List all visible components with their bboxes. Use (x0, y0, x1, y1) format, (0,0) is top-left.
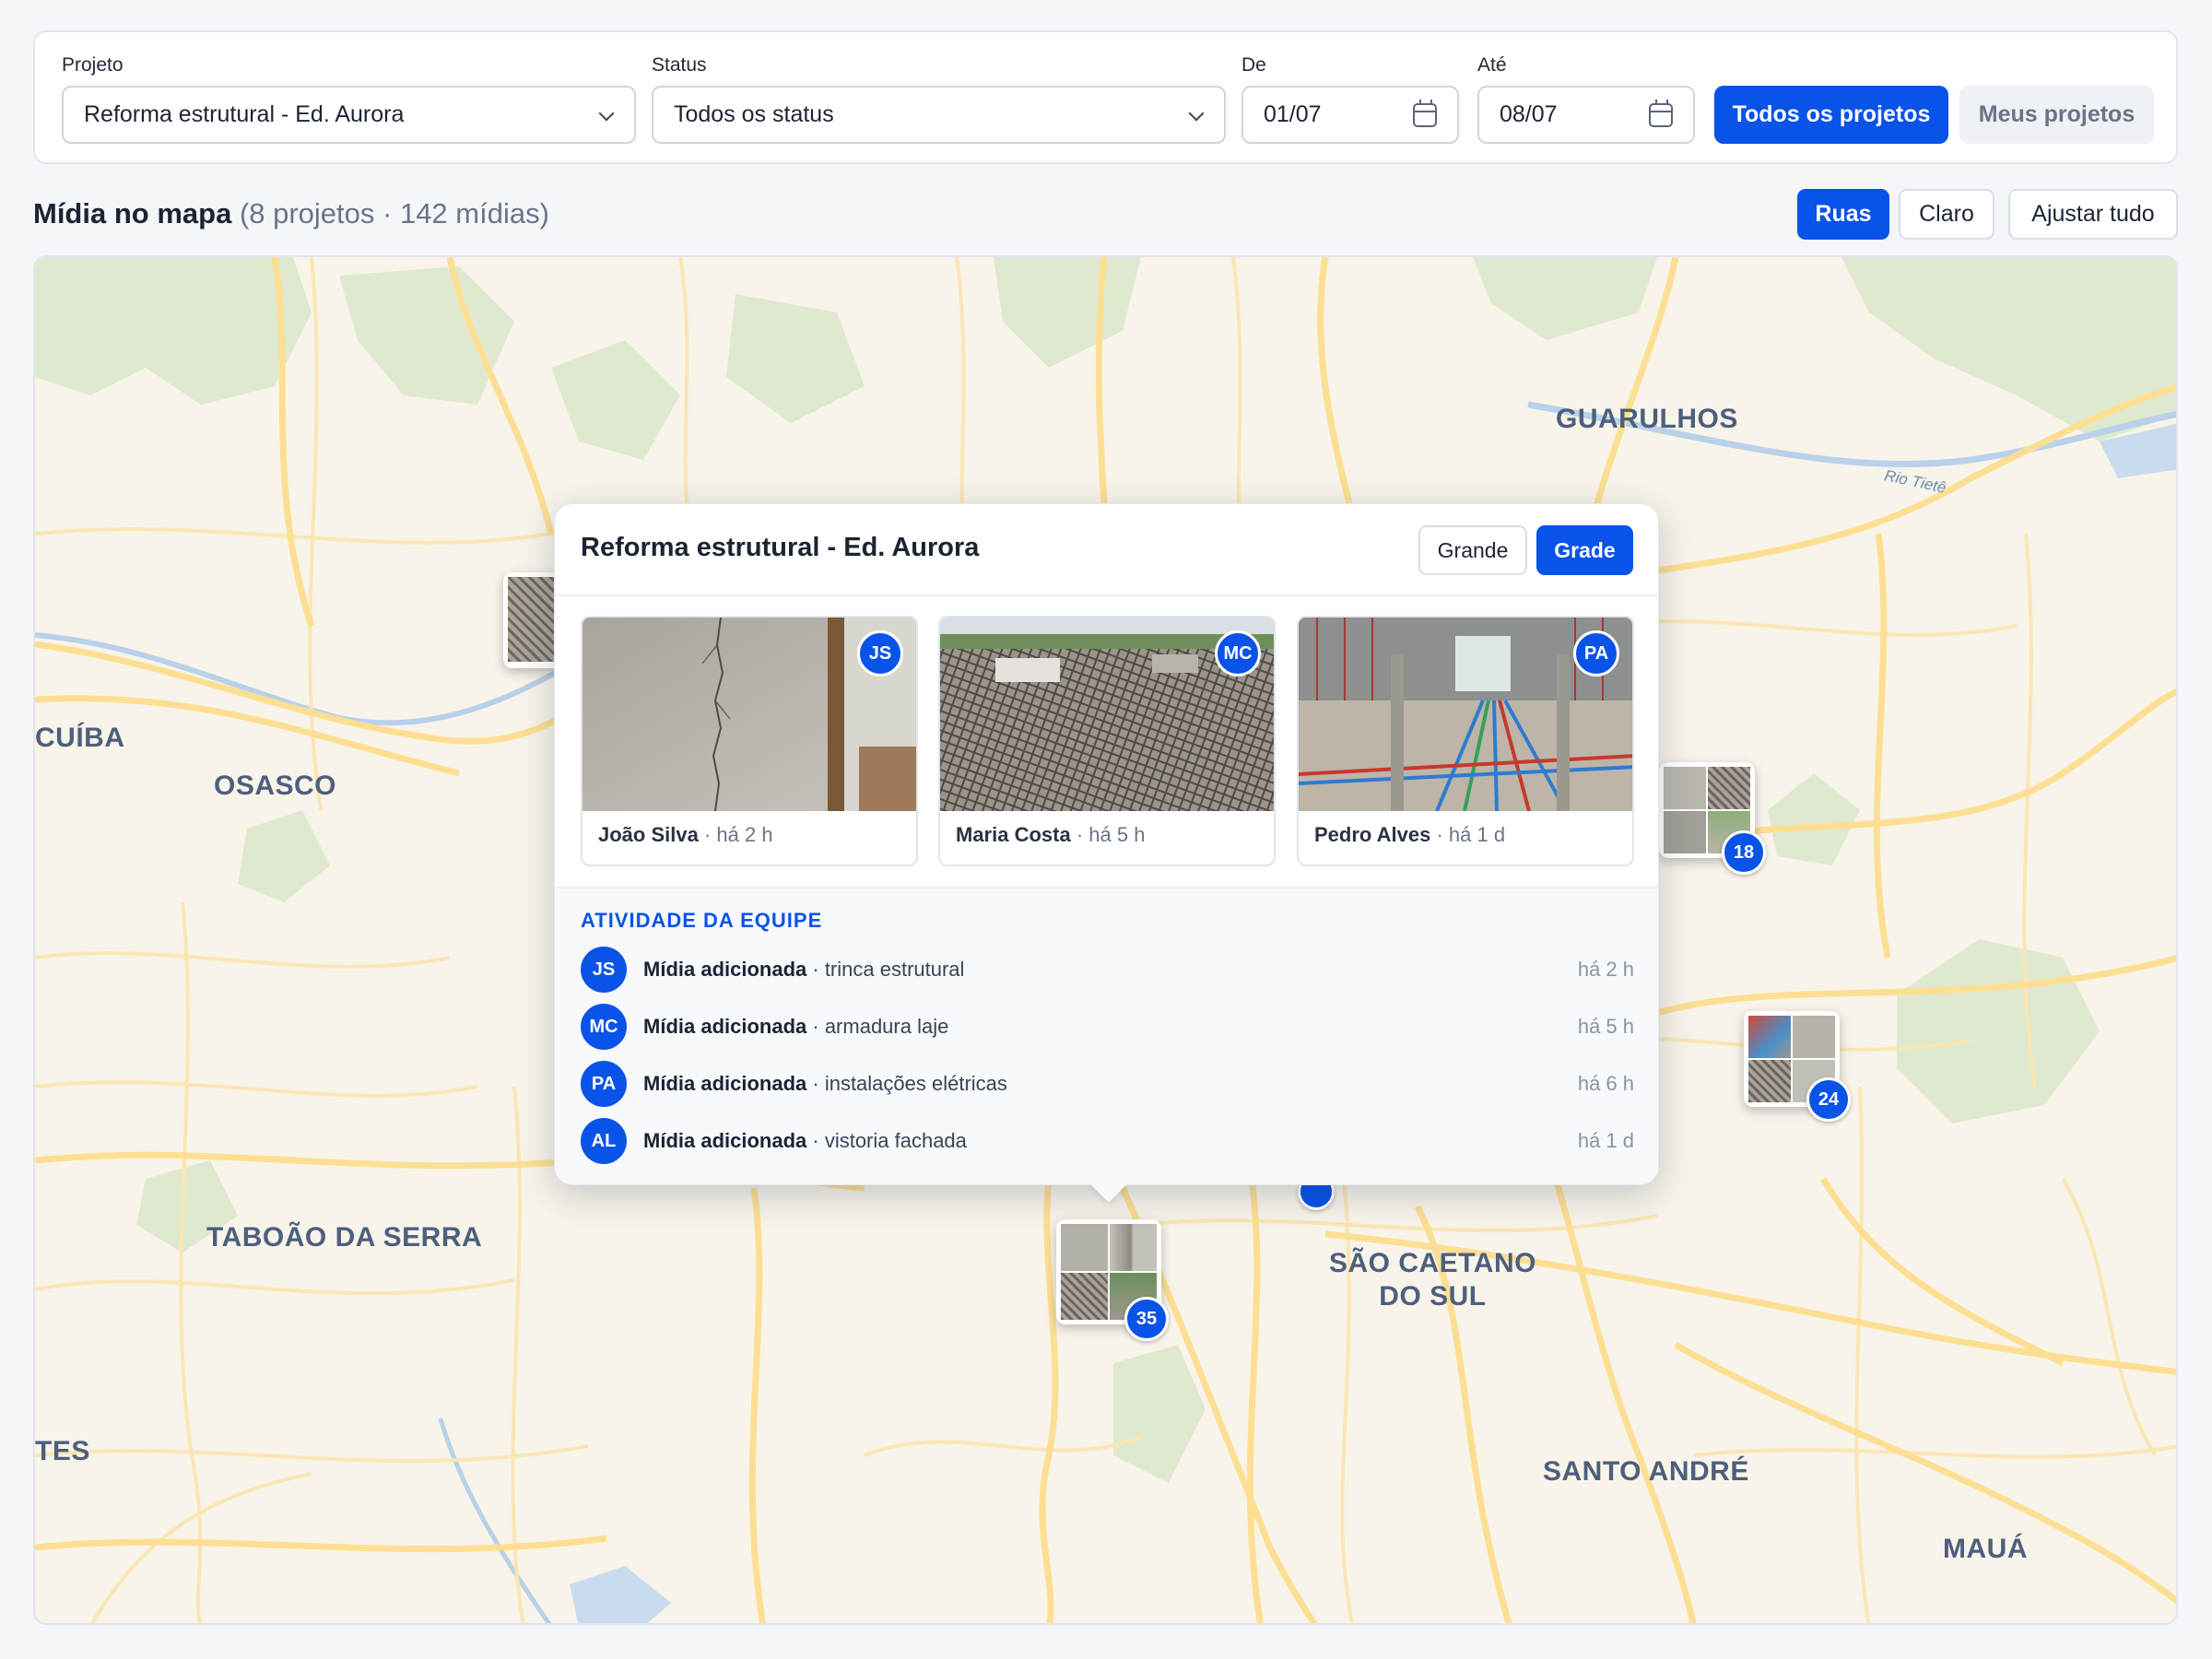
activity-text: Mídia adicionada · armadura laje (643, 1015, 1578, 1039)
cluster-thumbnail (1793, 1016, 1835, 1058)
activity-text: Mídia adicionada · instalações elétricas (643, 1072, 1578, 1096)
to-date-label: Até (1477, 54, 1507, 76)
from-date-value: 01/07 (1264, 101, 1322, 127)
activity-action: Mídia adicionada (643, 1129, 807, 1152)
map-style-light-button[interactable]: Claro (1899, 189, 1994, 240)
media-time: · há 1 d (1436, 823, 1506, 846)
map-media-count: (8 projetos · 142 mídias) (239, 197, 549, 229)
cluster-thumbnail (1061, 1273, 1108, 1320)
author-avatar: JS (857, 630, 903, 677)
cluster-thumbnail (1664, 811, 1706, 853)
view-large-button[interactable]: Grande (1418, 525, 1527, 575)
filter-bar: Projeto Reforma estrutural - Ed. Aurora … (33, 30, 2178, 164)
activity-row[interactable]: PA Mídia adicionada · instalações elétri… (581, 1060, 1634, 1108)
cluster-thumbnail (508, 577, 554, 662)
city-label-tes: TES (35, 1436, 90, 1466)
activity-row[interactable]: JS Mídia adicionada · trinca estrutural … (581, 946, 1634, 994)
activity-avatar: MC (581, 1004, 627, 1050)
author-avatar: PA (1573, 630, 1619, 677)
city-label-sao-caetano-line1: SÃO CAETANO (1329, 1248, 1536, 1278)
activity-detail: · instalações elétricas (806, 1072, 1007, 1095)
city-label-guarulhos: GUARULHOS (1556, 404, 1738, 434)
media-author: Pedro Alves (1314, 823, 1431, 846)
city-label-maua: MAUÁ (1943, 1534, 2028, 1564)
project-select[interactable]: Reforma estrutural - Ed. Aurora (62, 86, 636, 144)
media-caption: João Silva · há 2 h (598, 823, 773, 847)
media-card[interactable]: JS João Silva · há 2 h (581, 616, 918, 866)
activity-avatar: JS (581, 947, 627, 993)
city-label-osasco: OSASCO (214, 771, 337, 801)
media-time: · há 5 h (1076, 823, 1146, 846)
media-author: Maria Costa (956, 823, 1071, 846)
all-projects-button[interactable]: Todos os projetos (1714, 86, 1948, 144)
activity-time: há 6 h (1577, 1072, 1634, 1095)
activity-avatar: AL (581, 1118, 627, 1164)
calendar-icon[interactable] (1413, 99, 1437, 127)
cluster-thumbnail (1061, 1224, 1108, 1271)
from-date-input[interactable]: 01/07 (1241, 86, 1459, 144)
activity-detail: · trinca estrutural (806, 958, 965, 981)
activity-text: Mídia adicionada · vistoria fachada (643, 1129, 1578, 1153)
activity-action: Mídia adicionada (643, 958, 807, 981)
cluster-thumbnail (1748, 1016, 1791, 1058)
city-label-cuiba: CUÍBA (35, 723, 125, 753)
fit-all-button[interactable]: Ajustar tudo (2008, 189, 2178, 240)
cluster-count-badge[interactable]: 35 (1124, 1297, 1169, 1341)
project-label: Projeto (62, 54, 124, 76)
media-caption: Pedro Alves · há 1 d (1314, 823, 1505, 847)
from-date-label: De (1241, 54, 1266, 76)
activity-row[interactable]: MC Mídia adicionada · armadura laje há 5… (581, 1003, 1634, 1051)
cluster-thumbnail (1748, 1060, 1791, 1102)
activity-action: Mídia adicionada (643, 1015, 807, 1038)
chevron-down-icon (599, 108, 614, 123)
city-label-santo-andre: SANTO ANDRÉ (1543, 1456, 1749, 1487)
author-avatar: MC (1215, 630, 1261, 677)
section-title: Mídia no mapa (8 projetos · 142 mídias) (33, 197, 549, 230)
map-style-streets-button[interactable]: Ruas (1797, 189, 1889, 240)
to-date-input[interactable]: 08/07 (1477, 86, 1695, 144)
activity-time: há 5 h (1577, 1015, 1634, 1038)
calendar-icon[interactable] (1649, 99, 1673, 127)
city-label-sao-caetano: SÃO CAETANO DO SUL (1329, 1247, 1536, 1313)
city-label-sao-caetano-line2: DO SUL (1379, 1281, 1487, 1312)
my-projects-button[interactable]: Meus projetos (1959, 86, 2154, 144)
media-card[interactable]: MC Maria Costa · há 5 h (938, 616, 1276, 866)
activity-row[interactable]: AL Mídia adicionada · vistoria fachada h… (581, 1117, 1634, 1165)
cluster-count-badge[interactable]: 24 (1806, 1077, 1851, 1122)
activity-detail: · vistoria fachada (806, 1129, 967, 1152)
media-card[interactable]: PA Pedro Alves · há 1 d (1297, 616, 1634, 866)
view-grid-button[interactable]: Grade (1536, 525, 1633, 575)
popup-title: Reforma estrutural - Ed. Aurora (581, 533, 980, 562)
activity-time: há 1 d (1577, 1129, 1634, 1152)
status-select[interactable]: Todos os status (652, 86, 1226, 144)
activity-avatar: PA (581, 1061, 627, 1107)
activity-text: Mídia adicionada · trinca estrutural (643, 958, 1578, 982)
activity-action: Mídia adicionada (643, 1072, 807, 1095)
team-activity-panel: ATIVIDADE DA EQUIPE JS Mídia adicionada … (555, 887, 1658, 1184)
activity-detail: · armadura laje (806, 1015, 949, 1038)
project-select-value: Reforma estrutural - Ed. Aurora (84, 101, 405, 127)
to-date-value: 08/07 (1500, 101, 1558, 127)
divider (555, 594, 1658, 596)
project-media-popup: Reforma estrutural - Ed. Aurora Grande G… (554, 503, 1659, 1203)
city-label-taboao: TABOÃO DA SERRA (206, 1222, 483, 1253)
status-label: Status (652, 54, 707, 76)
map-media-title: Mídia no mapa (33, 197, 232, 229)
cluster-thumbnail (1708, 767, 1750, 809)
media-caption: Maria Costa · há 5 h (956, 823, 1145, 847)
cluster-count-badge[interactable]: 18 (1722, 830, 1766, 875)
media-author: João Silva (598, 823, 699, 846)
cluster-thumbnail (1110, 1224, 1157, 1271)
media-time: · há 2 h (703, 823, 773, 846)
activity-time: há 2 h (1577, 958, 1634, 981)
chevron-down-icon (1189, 108, 1204, 123)
activity-title: ATIVIDADE DA EQUIPE (581, 909, 823, 932)
cluster-thumbnail (1664, 767, 1706, 809)
status-select-value: Todos os status (674, 101, 834, 127)
